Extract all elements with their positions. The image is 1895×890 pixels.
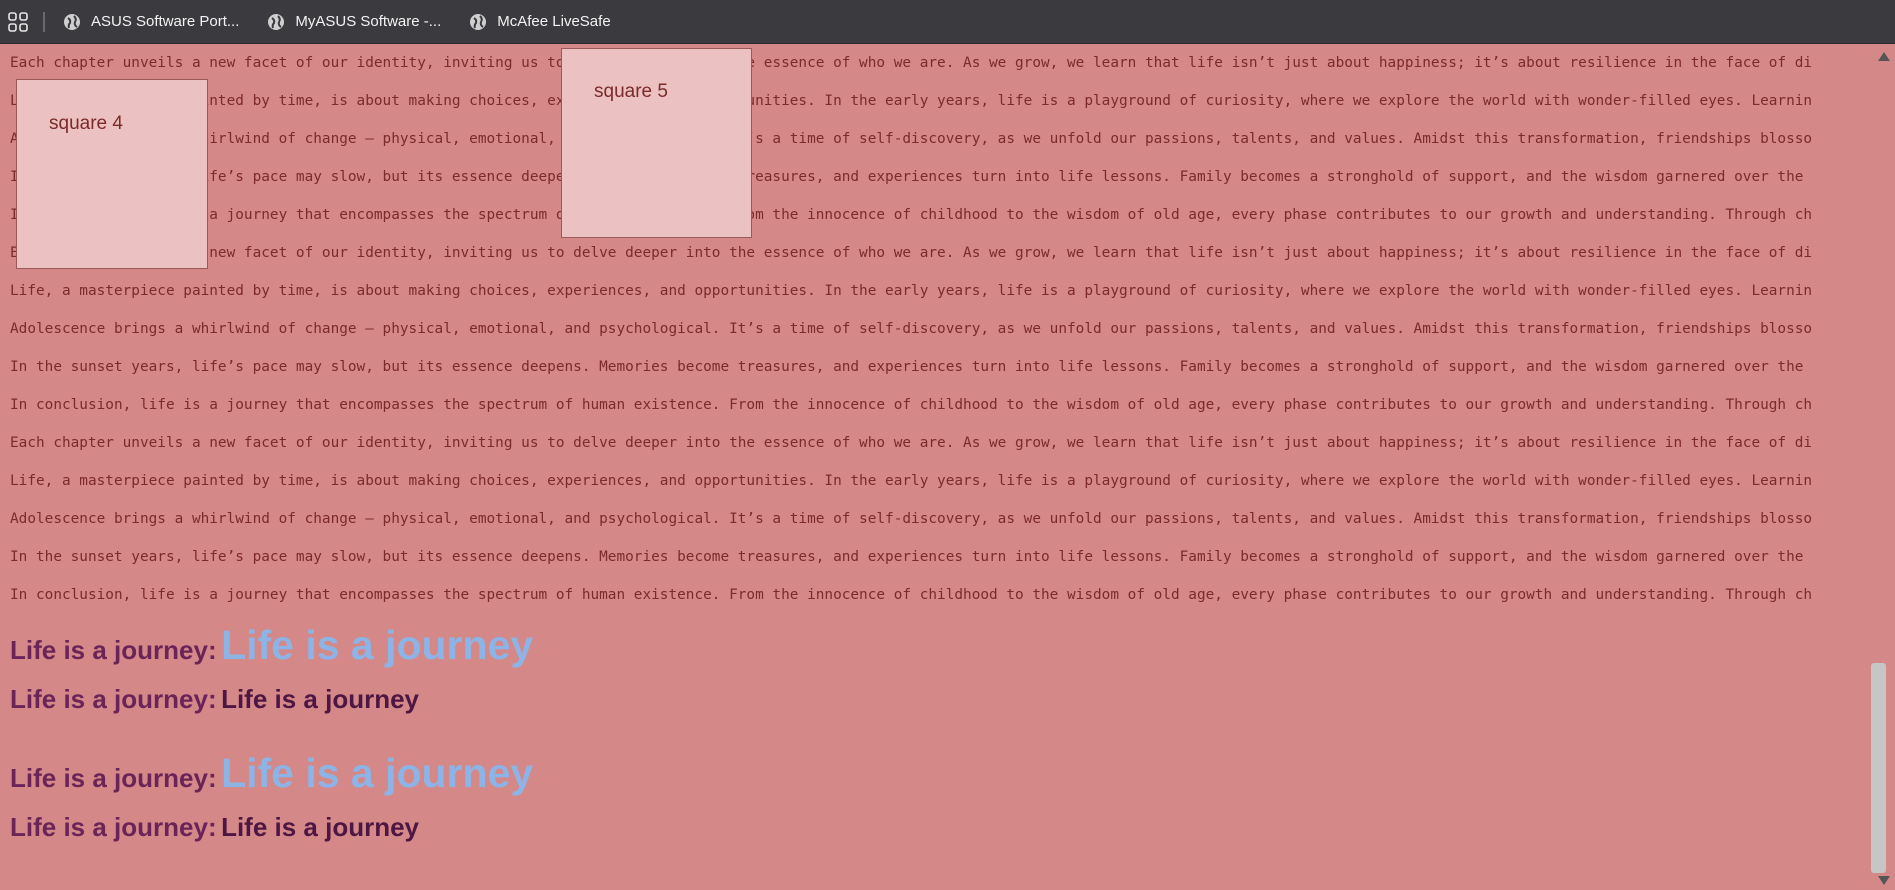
square-5: square 5 (561, 48, 752, 238)
apps-grid-icon[interactable] (7, 11, 29, 33)
heading-prefix: Life is a journey: (10, 684, 217, 714)
heading-large-text: Life is a journey (221, 750, 534, 796)
text-line: Adolescence brings a whirlwind of change… (10, 511, 1813, 527)
scroll-up-arrow-icon[interactable] (1878, 52, 1890, 61)
paragraph-block: Each chapter unveils a new facet of our … (10, 44, 1870, 614)
text-line: Each chapter unveils a new facet of our … (10, 245, 1813, 261)
heading-row: Life is a journey: Life is a journey (10, 750, 533, 797)
bookmark-label: McAfee LiveSafe (497, 13, 611, 30)
heading-row: Life is a journey: Life is a journey (10, 812, 419, 843)
text-line: Each chapter unveils a new facet of our … (10, 435, 1813, 451)
heading-small-text: Life is a journey (221, 812, 420, 842)
heading-row: Life is a journey: Life is a journey (10, 622, 533, 669)
bookmark-myasus-software[interactable]: MyASUS Software -... (267, 13, 441, 31)
globe-icon (268, 13, 285, 30)
globe-icon (470, 13, 487, 30)
heading-row: Life is a journey: Life is a journey (10, 684, 419, 715)
globe-icon (64, 13, 80, 30)
text-line: Adolescence brings a whirlwind of change… (10, 321, 1813, 337)
text-line: In conclusion, life is a journey that en… (10, 397, 1813, 413)
square-label: square 4 (49, 113, 123, 134)
bookmarks-divider (43, 11, 45, 32)
square-label: square 5 (594, 81, 668, 102)
text-line: Adolescence brings a whirlwind of change… (10, 131, 1813, 147)
square-4: square 4 (16, 79, 208, 269)
scroll-down-arrow-icon[interactable] (1878, 876, 1890, 885)
bookmark-asus-software-portal[interactable]: ASUS Software Port... (63, 13, 239, 31)
heading-small-text: Life is a journey (221, 684, 420, 714)
text-line: Each chapter unveils a new facet of our … (10, 55, 1813, 71)
text-line: In conclusion, life is a journey that en… (10, 587, 1813, 603)
heading-prefix: Life is a journey: (10, 635, 217, 665)
bookmark-label: ASUS Software Port... (91, 13, 240, 30)
text-line: Life, a masterpiece painted by time, is … (10, 283, 1813, 299)
bookmark-mcafee-livesafe[interactable]: McAfee LiveSafe (469, 13, 611, 31)
scrollbar-thumb[interactable] (1871, 663, 1886, 873)
text-line: Life, a masterpiece painted by time, is … (10, 473, 1813, 489)
heading-prefix: Life is a journey: (10, 763, 217, 793)
heading-prefix: Life is a journey: (10, 812, 217, 842)
text-line: In the sunset years, life’s pace may slo… (10, 169, 1804, 185)
text-line: In conclusion, life is a journey that en… (10, 207, 1813, 223)
page-content: Each chapter unveils a new facet of our … (0, 44, 1870, 890)
heading-large-text: Life is a journey (221, 622, 534, 668)
bookmarks-bar: ASUS Software Port... MyASUS Software -.… (0, 0, 1895, 44)
text-line: Life, a masterpiece painted by time, is … (10, 93, 1813, 109)
vertical-scrollbar[interactable] (1870, 44, 1895, 890)
bookmark-label: MyASUS Software -... (295, 13, 442, 30)
text-line: In the sunset years, life’s pace may slo… (10, 359, 1804, 375)
text-line: In the sunset years, life’s pace may slo… (10, 549, 1804, 565)
